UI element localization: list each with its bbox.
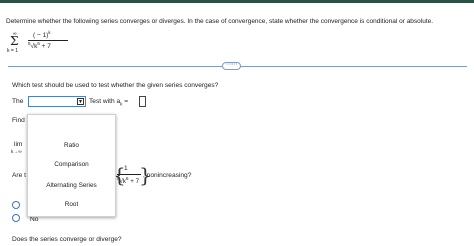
numerator-exponent: k [48, 30, 51, 35]
term-denominator-tail: + 7 [128, 178, 140, 186]
answer-radio-1[interactable] [12, 201, 20, 209]
are-label: Are t [12, 172, 26, 179]
nonincreasing-label: , nonincreasing? [143, 172, 192, 179]
test-with-text: Test with a [89, 98, 121, 105]
the-label: The [12, 98, 24, 105]
dropdown-option-comparison[interactable]: Comparison [28, 161, 115, 168]
answer-radio-2[interactable] [12, 214, 20, 222]
term-fraction-line [117, 174, 141, 175]
test-with-label: Test with ak = [89, 98, 128, 106]
test-dropdown-menu: Ratio Comparison Alternating Series Root [27, 114, 116, 217]
final-question: Does the series converge or diverge? [12, 236, 122, 243]
numerator-base: ( − 1) [33, 32, 49, 40]
series-numerator: ( − 1)k [33, 30, 51, 39]
test-with-equals: = [122, 98, 129, 105]
dropdown-option-alternating-series[interactable]: Alternating Series [28, 182, 115, 189]
answer-no-label: No [30, 216, 39, 223]
expand-more-button[interactable]: ⋯⋯ [222, 62, 241, 70]
top-bar [0, 0, 474, 3]
term-denominator: 5√k6 + 7 [117, 176, 139, 185]
test-question-prompt: Which test should be used to test whethe… [12, 82, 219, 89]
test-select[interactable]: ▼ [28, 96, 86, 107]
sigma-lower-limit: k = 1 [7, 48, 18, 54]
dropdown-arrow-icon[interactable]: ▼ [77, 98, 84, 105]
limit-label: lim [14, 141, 23, 148]
ak-answer-box[interactable] [139, 96, 146, 107]
sigma-symbol: Σ [10, 34, 19, 48]
question-prompt: Determine whether the following series c… [6, 18, 434, 25]
series-denominator: 5√k6 + 7 [28, 41, 51, 50]
dropdown-option-root[interactable]: Root [28, 201, 115, 208]
dropdown-option-ratio[interactable]: Ratio [28, 142, 115, 149]
find-label: Find [12, 117, 25, 124]
limit-subscript: k→∞ [11, 150, 22, 155]
term-numerator: 1 [124, 165, 128, 172]
denominator-tail: + 7 [39, 43, 51, 51]
